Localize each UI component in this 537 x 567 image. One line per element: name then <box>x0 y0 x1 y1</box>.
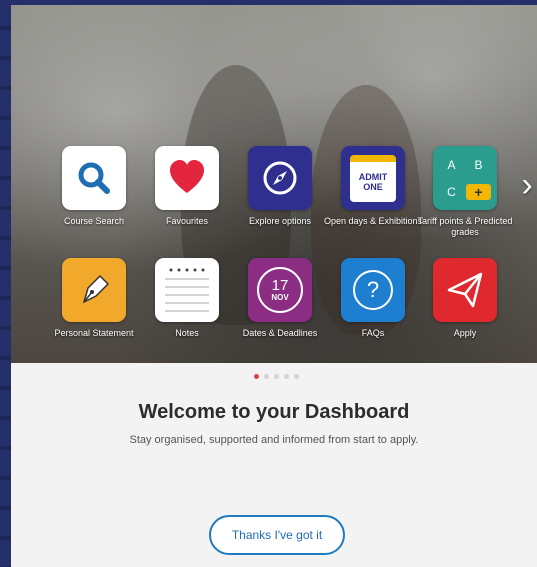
calendar-month: NOV <box>271 292 289 302</box>
tile-personal-statement[interactable]: Personal Statement <box>54 258 134 339</box>
tile-label: Apply <box>453 328 477 338</box>
tile-label: Personal Statement <box>54 328 134 338</box>
tile-course-search[interactable]: Course Search <box>62 146 126 227</box>
heart-icon <box>170 160 204 193</box>
tile-faqs[interactable]: ? FAQs <box>341 258 405 339</box>
tile-label: Explore options <box>248 216 312 226</box>
grade-c: C <box>447 184 456 199</box>
tile-label: Favourites <box>165 216 209 226</box>
calendar-icon: 17 NOV <box>257 267 303 313</box>
grade-a: A <box>447 157 456 172</box>
page-dot-1[interactable] <box>254 374 259 379</box>
question-mark: ? <box>366 277 380 302</box>
search-icon <box>78 162 110 194</box>
tile-label: FAQs <box>361 328 385 338</box>
tile-label: Course Search <box>63 216 125 226</box>
grade-b: B <box>474 157 483 172</box>
compass-icon <box>263 161 297 195</box>
thanks-got-it-button[interactable]: Thanks I've got it <box>209 515 345 555</box>
page-dot-4[interactable] <box>284 374 289 379</box>
page-dot-5[interactable] <box>294 374 299 379</box>
tile-apply[interactable]: Apply <box>433 258 497 339</box>
grade-plus: + <box>466 183 491 200</box>
tile-label: Open days & Exhibitions <box>323 216 423 226</box>
tile-tariff-points[interactable]: A B C + Tariff points & Predicted grades <box>418 146 512 238</box>
grades-grid-icon: A B C + <box>433 146 497 210</box>
tile-notes[interactable]: Notes <box>155 258 219 339</box>
next-page-arrow[interactable]: › <box>517 165 537 205</box>
tile-label: Tariff points & Predicted grades <box>417 216 513 237</box>
tile-open-days[interactable]: ADMIT ONE Open days & Exhibitions <box>324 146 422 227</box>
ticket-line2: ONE <box>363 181 383 192</box>
paper-plane-icon <box>447 272 483 308</box>
dashboard-subtitle: Stay organised, supported and informed f… <box>129 434 419 446</box>
personal-statement-tile-icon <box>62 258 126 322</box>
page-dot-3[interactable] <box>274 374 279 379</box>
tile-favourites[interactable]: Favourites <box>155 146 219 227</box>
ticket-line1: ADMIT <box>358 171 388 182</box>
open-days-tile-icon: ADMIT ONE <box>341 146 405 210</box>
explore-tile-icon <box>248 146 312 210</box>
notepad-icon <box>165 268 209 312</box>
calendar-day: 17 <box>271 276 289 294</box>
course-search-tile-icon <box>62 146 126 210</box>
tile-dates-deadlines[interactable]: 17 NOV Dates & Deadlines <box>243 258 317 339</box>
notes-tile-icon <box>155 258 219 322</box>
tile-label: Notes <box>175 328 199 338</box>
favourites-tile-icon <box>155 146 219 210</box>
chevron-right-icon: › <box>521 166 533 204</box>
ticket-icon: ADMIT ONE <box>350 154 396 202</box>
pagination-dots <box>254 374 299 379</box>
page-dot-2[interactable] <box>264 374 269 379</box>
tile-explore-options[interactable]: Explore options <box>248 146 312 227</box>
question-icon: ? <box>353 270 393 310</box>
tile-label: Dates & Deadlines <box>242 328 318 338</box>
faqs-tile-icon: ? <box>341 258 405 322</box>
dashboard-welcome-modal: Course Search Favourites Explore options… <box>11 5 537 567</box>
apply-tile-icon <box>433 258 497 322</box>
dates-tile-icon: 17 NOV <box>248 258 312 322</box>
dashboard-title: Welcome to your Dashboard <box>138 401 410 423</box>
pen-icon <box>82 274 110 304</box>
